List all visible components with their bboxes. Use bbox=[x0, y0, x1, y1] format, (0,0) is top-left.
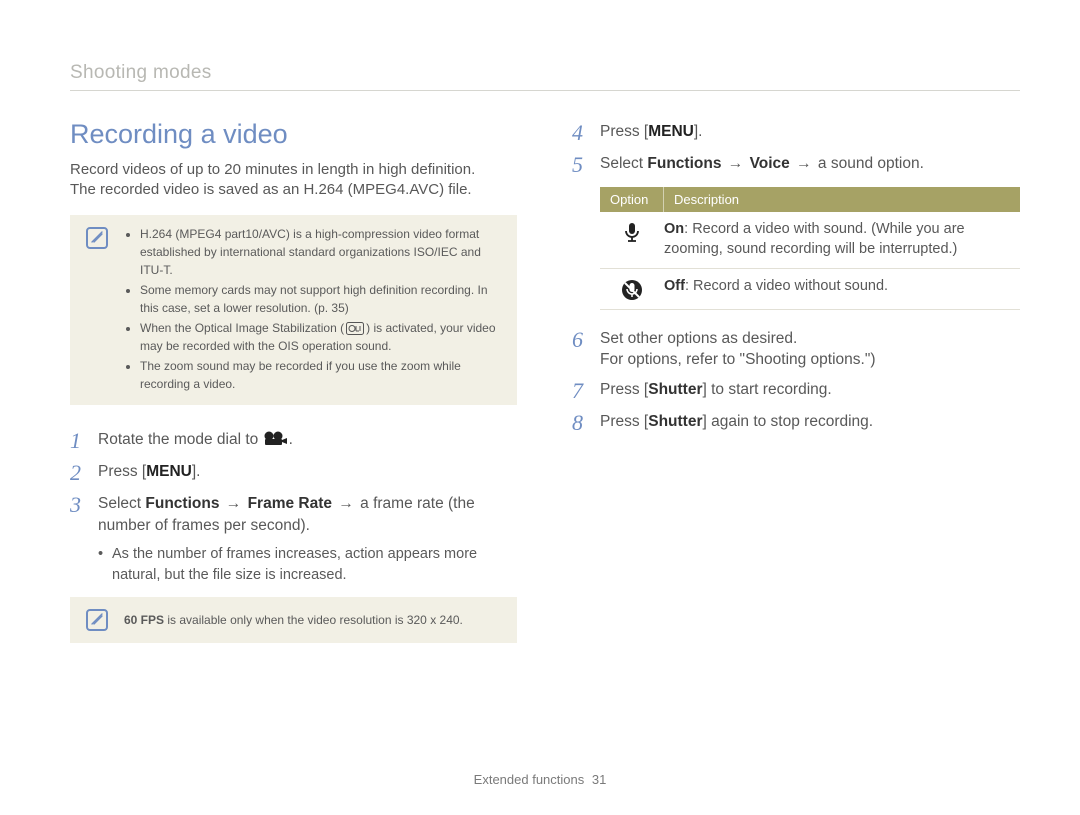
ois-icon bbox=[346, 322, 364, 335]
step-body-3: Select Functions → Frame Rate → a frame … bbox=[98, 493, 517, 536]
fps-note-text: 60 FPS is available only when the video … bbox=[124, 611, 503, 629]
sound-option-table: Option Description On: Record a video wi… bbox=[600, 187, 1020, 309]
note-bullet-1: H.264 (MPEG4 part10/AVC) is a high-compr… bbox=[140, 225, 503, 279]
arrow-icon: → bbox=[221, 495, 245, 512]
step-3-sub-bullet: As the number of frames increases, actio… bbox=[98, 544, 517, 585]
step-8-pre: Press [ bbox=[600, 413, 648, 430]
step-3-functions: Functions bbox=[145, 495, 219, 512]
step-number-1: 1 bbox=[70, 429, 98, 453]
table-row-off-desc: Off: Record a video without sound. bbox=[664, 277, 1020, 301]
arrow-icon: → bbox=[792, 155, 816, 172]
step-7-pre: Press [ bbox=[600, 381, 648, 398]
info-note-box: H.264 (MPEG4 part10/AVC) is a high-compr… bbox=[70, 215, 517, 405]
step-number-6: 6 bbox=[572, 328, 600, 352]
intro-line-2: The recorded video is saved as an H.264 … bbox=[70, 181, 472, 198]
step-body-8: Press [Shutter] again to stop recording. bbox=[600, 411, 1020, 433]
page-title: Recording a video bbox=[70, 119, 517, 150]
video-mode-icon bbox=[264, 431, 288, 453]
arrow-icon: → bbox=[334, 495, 358, 512]
note-bullet-2: Some memory cards may not support high d… bbox=[140, 281, 503, 317]
note-bullet-4: The zoom sound may be recorded if you us… bbox=[140, 357, 503, 393]
menu-label: MENU bbox=[648, 123, 694, 140]
table-header-option: Option bbox=[600, 187, 664, 212]
fps-note-bold: 60 FPS bbox=[124, 613, 164, 627]
step-body-7: Press [Shutter] to start recording. bbox=[600, 379, 1020, 401]
table-header: Option Description bbox=[600, 187, 1020, 212]
step-8-post: ] again to stop recording. bbox=[702, 413, 873, 430]
step-5-post: a sound option. bbox=[818, 155, 924, 172]
step-number-2: 2 bbox=[70, 461, 98, 485]
right-column: 4 Press [MENU]. 5 Select Functions → Voi… bbox=[572, 119, 1020, 643]
step-number-8: 8 bbox=[572, 411, 600, 435]
arrow-icon: → bbox=[723, 155, 747, 172]
page-number: 31 bbox=[592, 772, 606, 787]
mic-on-icon bbox=[600, 220, 664, 259]
step-1-pre: Rotate the mode dial to bbox=[98, 431, 263, 448]
step-3-pre: Select bbox=[98, 495, 145, 512]
step-5-pre: Select bbox=[600, 155, 647, 172]
step-2-pre: Press [ bbox=[98, 463, 146, 480]
option-off-text: : Record a video without sound. bbox=[685, 278, 888, 294]
menu-label: MENU bbox=[146, 463, 192, 480]
step-body-2: Press [MENU]. bbox=[98, 461, 517, 483]
step-4-pre: Press [ bbox=[600, 123, 648, 140]
note-bullet-3: When the Optical Image Stabilization () … bbox=[140, 319, 503, 355]
step-body-1: Rotate the mode dial to . bbox=[98, 429, 517, 453]
page-footer: Extended functions 31 bbox=[0, 772, 1080, 787]
breadcrumb: Shooting modes bbox=[70, 62, 1020, 84]
step-7-post: ] to start recording. bbox=[702, 381, 831, 398]
table-row: On: Record a video with sound. (While yo… bbox=[600, 212, 1020, 268]
step-1-post: . bbox=[289, 431, 293, 448]
fps-note-rest: is available only when the video resolut… bbox=[164, 613, 463, 627]
step-number-3: 3 bbox=[70, 493, 98, 517]
step-5-functions: Functions bbox=[647, 155, 721, 172]
table-row: Off: Record a video without sound. bbox=[600, 269, 1020, 310]
footer-label: Extended functions bbox=[474, 772, 585, 787]
info-icon bbox=[86, 227, 108, 249]
intro-text: Record videos of up to 20 minutes in len… bbox=[70, 160, 517, 201]
step-body-5: Select Functions → Voice → a sound optio… bbox=[600, 153, 1020, 175]
left-column: Recording a video Record videos of up to… bbox=[70, 119, 517, 643]
intro-line-1: Record videos of up to 20 minutes in len… bbox=[70, 161, 475, 178]
mic-off-icon bbox=[600, 277, 664, 301]
option-off-label: Off bbox=[664, 278, 685, 294]
fps-note-box: 60 FPS is available only when the video … bbox=[70, 597, 517, 643]
step-body-6: Set other options as desired. For option… bbox=[600, 328, 1020, 371]
step-number-5: 5 bbox=[572, 153, 600, 177]
step-6-line1: Set other options as desired. bbox=[600, 330, 797, 347]
info-icon bbox=[86, 609, 108, 631]
table-row-on-desc: On: Record a video with sound. (While yo… bbox=[664, 220, 1020, 259]
note-bullet-3a: When the Optical Image Stabilization ( bbox=[140, 321, 344, 335]
step-2-post: ]. bbox=[192, 463, 201, 480]
table-header-description: Description bbox=[664, 187, 1020, 212]
step-3-framerate: Frame Rate bbox=[248, 495, 332, 512]
step-6-line2: For options, refer to "Shooting options.… bbox=[600, 351, 876, 368]
step-body-4: Press [MENU]. bbox=[600, 121, 1020, 143]
step-number-7: 7 bbox=[572, 379, 600, 403]
step-4-post: ]. bbox=[694, 123, 703, 140]
shutter-label: Shutter bbox=[648, 381, 702, 398]
shutter-label: Shutter bbox=[648, 413, 702, 430]
option-on-label: On bbox=[664, 221, 684, 237]
option-on-text: : Record a video with sound. (While you … bbox=[664, 221, 965, 257]
step-5-voice: Voice bbox=[750, 155, 790, 172]
step-number-4: 4 bbox=[572, 121, 600, 145]
divider bbox=[70, 90, 1020, 91]
